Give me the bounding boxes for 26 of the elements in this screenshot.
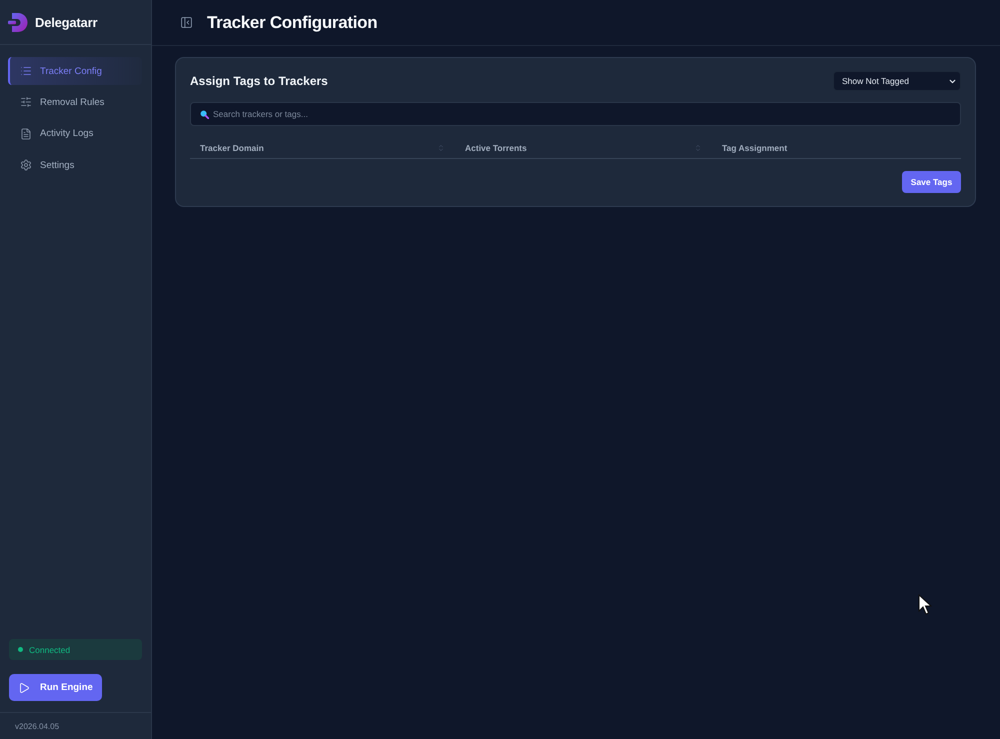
nav-item[interactable]: Settings	[8, 151, 142, 180]
search-icon	[200, 110, 209, 118]
status-label: Connected	[29, 644, 70, 654]
column-header: Active Torrents	[465, 142, 527, 152]
nav-item[interactable]: Tracker Config	[8, 57, 142, 85]
run-engine-button[interactable]: Run Engine	[9, 674, 102, 701]
document-icon	[20, 128, 32, 140]
play-icon	[18, 682, 30, 694]
nav-item[interactable]: Removal Rules	[8, 88, 142, 116]
sort-icon[interactable]	[437, 144, 445, 152]
column-header: Tracker Domain	[200, 142, 264, 152]
collapse-sidebar-button[interactable]	[180, 16, 193, 29]
card-title: Assign Tags to Trackers	[190, 74, 328, 88]
filter-dropdown[interactable]: Show Not Tagged	[833, 71, 961, 91]
sort-icon[interactable]	[694, 144, 702, 152]
app-name: Delegatarr	[35, 14, 98, 30]
gear-icon	[20, 159, 32, 172]
logo-icon	[8, 12, 28, 32]
version-label: v2026.04.05	[15, 722, 60, 730]
sliders-icon	[20, 96, 32, 108]
column-header: Tag Assignment	[722, 142, 788, 152]
page-title: Tracker Configuration	[207, 12, 378, 32]
save-tags-button[interactable]: Save Tags	[902, 171, 961, 193]
nav-item[interactable]: Activity Logs	[8, 120, 142, 148]
search-field[interactable]: Search trackers or tags...	[190, 102, 961, 126]
mouse-pointer-icon	[918, 594, 932, 616]
